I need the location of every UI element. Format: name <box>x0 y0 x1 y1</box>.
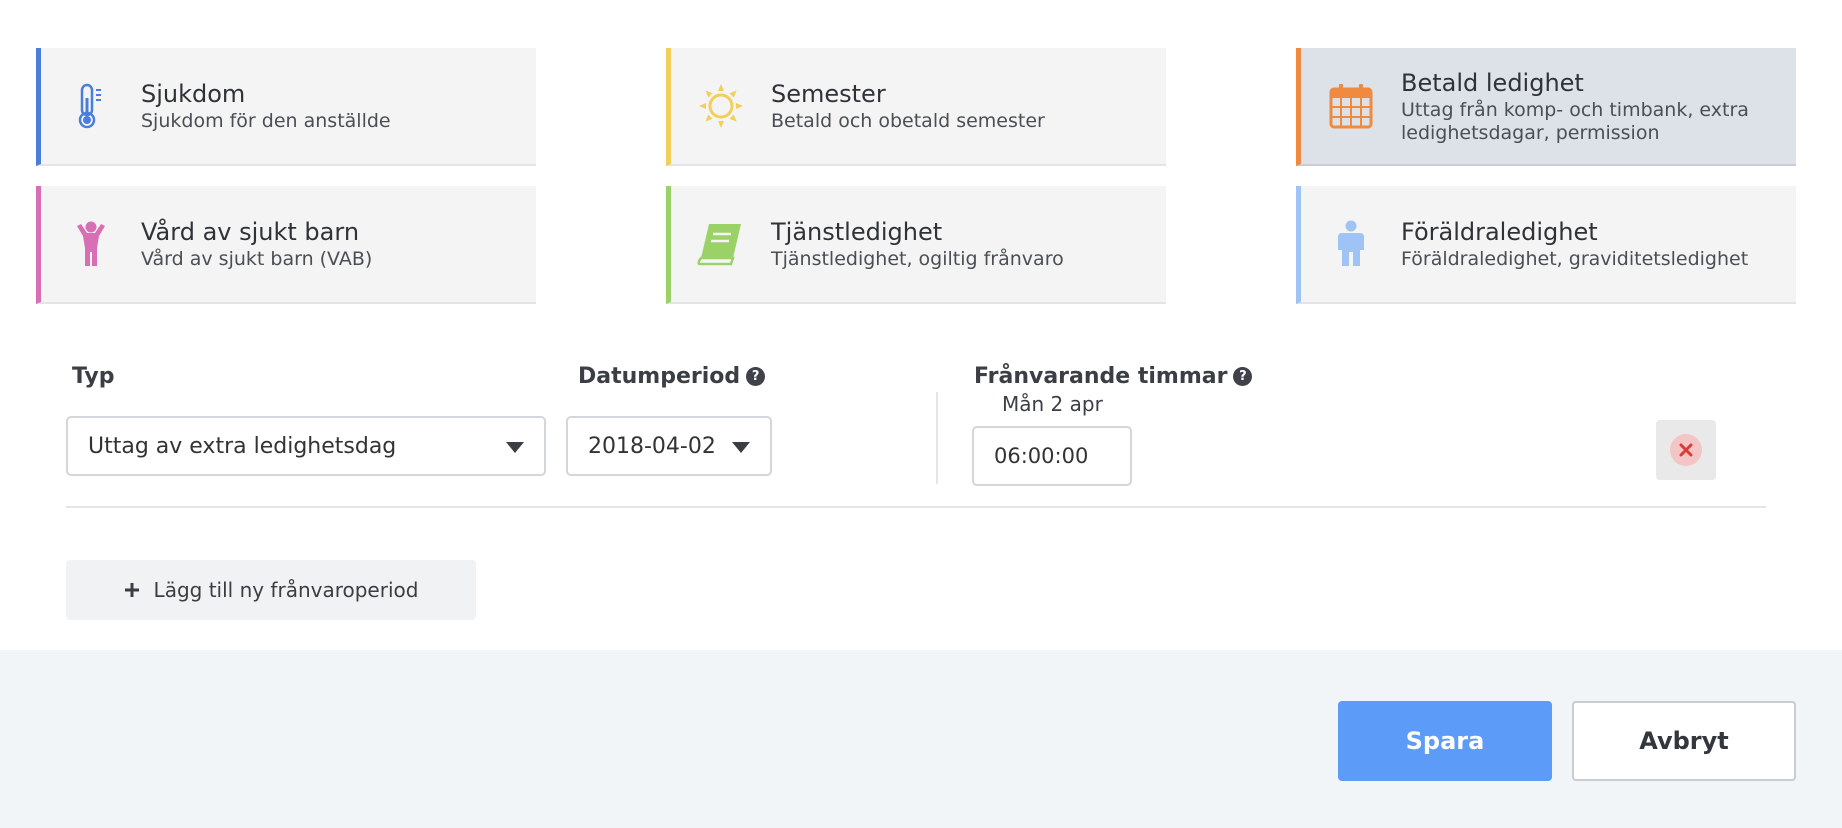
category-title: Sjukdom <box>141 80 246 108</box>
vertical-divider <box>936 392 938 484</box>
thermometer-icon <box>41 48 141 164</box>
chevron-down-icon <box>732 442 750 453</box>
sun-icon <box>671 48 771 164</box>
child-icon <box>41 186 141 302</box>
category-title: Betald ledighet <box>1401 68 1584 97</box>
cancel-button[interactable]: Avbryt <box>1572 701 1796 781</box>
date-select-value: 2018-04-02 <box>588 433 716 459</box>
remove-period-button[interactable] <box>1656 420 1716 480</box>
type-select-value: Uttag av extra ledighetsdag <box>88 433 397 459</box>
person-icon <box>1301 186 1401 302</box>
plus-icon <box>124 583 139 597</box>
calendar-icon <box>1301 48 1401 164</box>
absent-hours-label: Frånvarande timmar ? <box>974 364 1253 389</box>
absence-category-grid: Sjukdom Sjukdom för den anställde Semest… <box>36 48 1796 304</box>
category-title: Semester <box>771 80 886 108</box>
footer-bar: Spara Avbryt <box>0 650 1842 828</box>
type-select[interactable]: Uttag av extra ledighetsdag <box>66 416 546 476</box>
category-title: Vård av sjukt barn <box>141 218 360 246</box>
close-icon <box>1670 434 1702 466</box>
help-icon[interactable]: ? <box>1233 367 1253 386</box>
category-title: Föräldraledighet <box>1401 218 1598 246</box>
category-description: Föräldraledighet, graviditetsledighet <box>1401 248 1749 270</box>
category-description: Uttag från komp- och timbank, extra ledi… <box>1401 98 1749 144</box>
category-description: Vård av sjukt barn (VAB) <box>141 248 373 270</box>
category-title: Tjänstledighet <box>771 218 943 246</box>
category-description: Betald och obetald semester <box>771 110 1045 132</box>
add-absence-period-button[interactable]: Lägg till ny frånvaroperiod <box>66 560 476 620</box>
category-card-sjukdom[interactable]: Sjukdom Sjukdom för den anställde <box>36 48 536 166</box>
save-button[interactable]: Spara <box>1338 701 1552 781</box>
chevron-down-icon <box>506 442 524 453</box>
type-label: Typ <box>72 364 115 389</box>
category-description: Sjukdom för den anställde <box>141 110 391 132</box>
hours-input[interactable] <box>972 426 1132 486</box>
date-period-label: Datumperiod ? <box>578 364 766 389</box>
category-card-foraldraledighet[interactable]: Föräldraledighet Föräldraledighet, gravi… <box>1296 186 1796 304</box>
category-card-semester[interactable]: Semester Betald och obetald semester <box>666 48 1166 166</box>
day-label: Mån 2 apr <box>1002 392 1103 416</box>
row-divider <box>66 506 1766 508</box>
category-card-tjanstledighet[interactable]: Tjänstledighet Tjänstledighet, ogiltig f… <box>666 186 1166 304</box>
category-description: Tjänstledighet, ogiltig frånvaro <box>771 248 1064 270</box>
category-card-betald-ledighet[interactable]: Betald ledighet Uttag från komp- och tim… <box>1296 48 1796 166</box>
add-absence-period-label: Lägg till ny frånvaroperiod <box>153 578 419 602</box>
date-select[interactable]: 2018-04-02 <box>566 416 772 476</box>
book-icon <box>671 186 771 302</box>
absence-period-row: Typ Uttag av extra ledighetsdag Datumper… <box>66 360 1766 510</box>
category-card-vard-av-sjukt-barn[interactable]: Vård av sjukt barn Vård av sjukt barn (V… <box>36 186 536 304</box>
help-icon[interactable]: ? <box>746 367 766 386</box>
